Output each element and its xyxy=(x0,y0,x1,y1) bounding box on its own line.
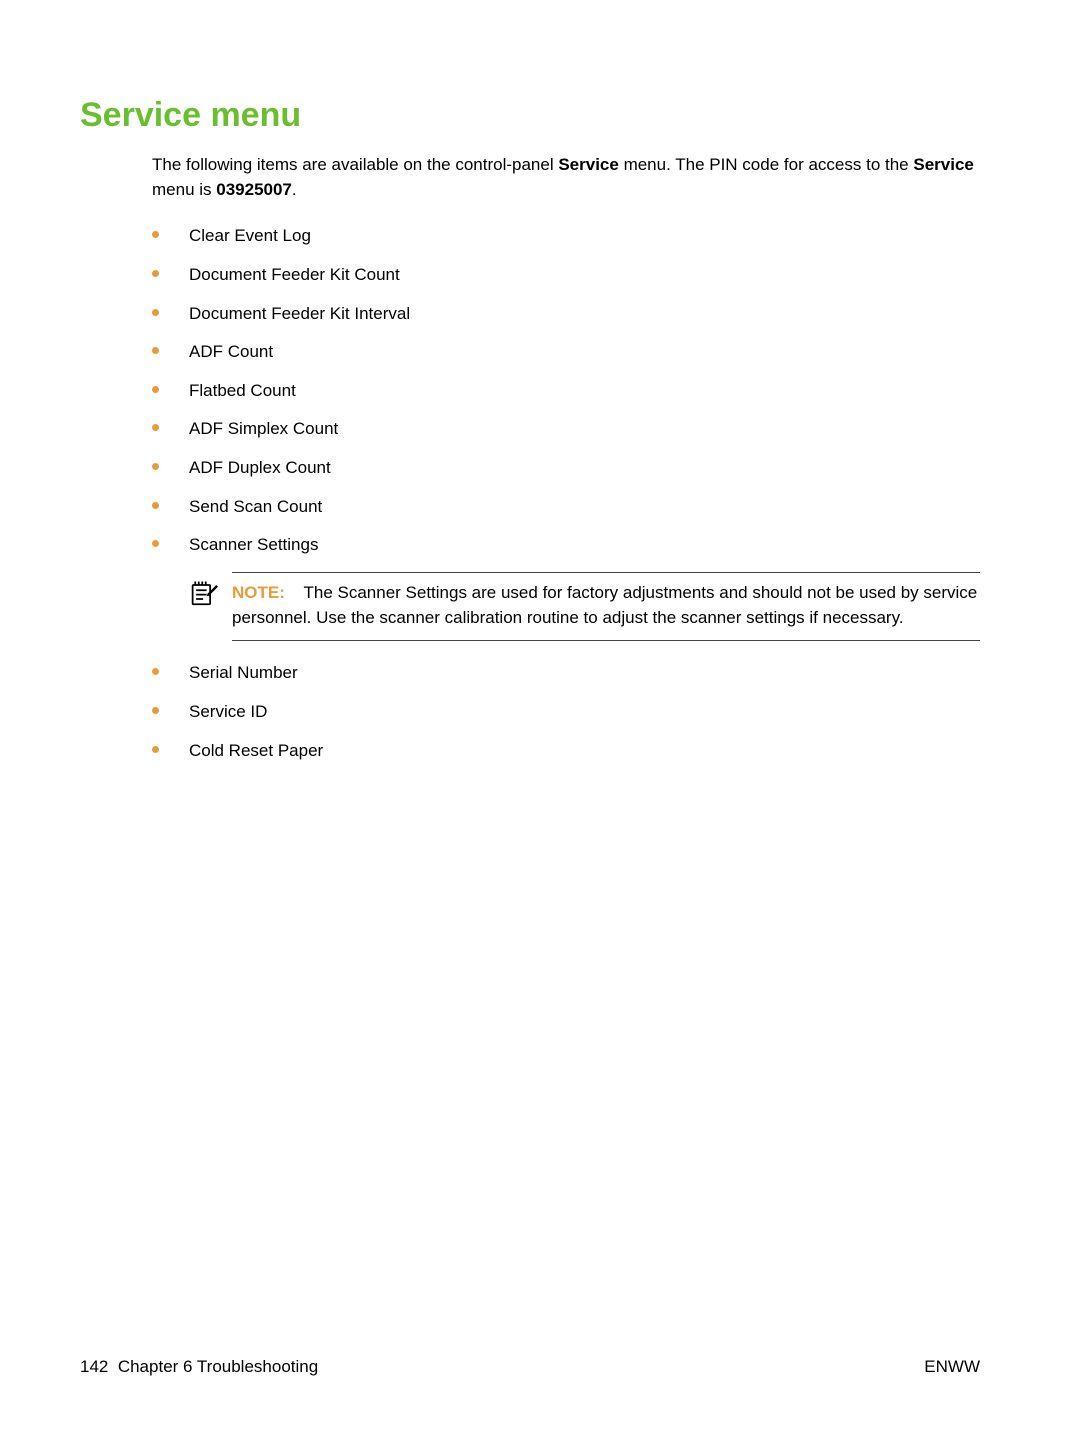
note-block: NOTE: The Scanner Settings are used for … xyxy=(190,572,980,641)
intro-part3: menu is xyxy=(152,180,216,199)
list-item: Flatbed Count xyxy=(152,379,980,404)
intro-part2: menu. The PIN code for access to the xyxy=(619,155,914,174)
note-label: NOTE: xyxy=(232,583,285,602)
service-menu-list-top: Clear Event Log Document Feeder Kit Coun… xyxy=(152,224,980,558)
intro-bold1: Service xyxy=(558,155,619,174)
bullet-icon xyxy=(152,707,159,714)
bullet-icon xyxy=(152,309,159,316)
service-menu-list-bottom: Serial Number Service ID Cold Reset Pape… xyxy=(152,661,980,763)
list-item-label: ADF Count xyxy=(189,340,980,365)
bullet-icon xyxy=(152,270,159,277)
list-item-label: Scanner Settings xyxy=(189,533,980,558)
page-footer: 142 Chapter 6 Troubleshooting ENWW xyxy=(80,1357,980,1377)
bullet-icon xyxy=(152,347,159,354)
list-item-label: Serial Number xyxy=(189,661,980,686)
intro-bold3: 03925007 xyxy=(216,180,292,199)
list-item-label: Send Scan Count xyxy=(189,495,980,520)
page-heading: Service menu xyxy=(80,96,980,135)
list-item: ADF Duplex Count xyxy=(152,456,980,481)
bullet-icon xyxy=(152,424,159,431)
intro-part4: . xyxy=(292,180,297,199)
list-item-label: Document Feeder Kit Interval xyxy=(189,302,980,327)
chapter-label: Chapter 6 Troubleshooting xyxy=(118,1357,318,1376)
list-item: ADF Simplex Count xyxy=(152,417,980,442)
footer-left: 142 Chapter 6 Troubleshooting xyxy=(80,1357,318,1377)
note-text: The Scanner Settings are used for factor… xyxy=(232,583,977,627)
list-item: Document Feeder Kit Count xyxy=(152,263,980,288)
list-item: Document Feeder Kit Interval xyxy=(152,302,980,327)
list-item-label: ADF Simplex Count xyxy=(189,417,980,442)
bullet-icon xyxy=(152,746,159,753)
bullet-icon xyxy=(152,502,159,509)
list-item: Service ID xyxy=(152,700,980,725)
bullet-icon xyxy=(152,540,159,547)
bullet-icon xyxy=(152,386,159,393)
bullet-icon xyxy=(152,463,159,470)
list-item-label: Document Feeder Kit Count xyxy=(189,263,980,288)
bullet-icon xyxy=(152,668,159,675)
list-item-label: Cold Reset Paper xyxy=(189,739,980,764)
intro-paragraph: The following items are available on the… xyxy=(152,153,980,202)
list-item-label: Flatbed Count xyxy=(189,379,980,404)
list-item-label: Service ID xyxy=(189,700,980,725)
intro-bold2: Service xyxy=(913,155,974,174)
list-item: Clear Event Log xyxy=(152,224,980,249)
list-item: ADF Count xyxy=(152,340,980,365)
list-item: Cold Reset Paper xyxy=(152,739,980,764)
note-icon xyxy=(190,578,218,606)
list-item: Scanner Settings xyxy=(152,533,980,558)
intro-part1: The following items are available on the… xyxy=(152,155,558,174)
bullet-icon xyxy=(152,231,159,238)
list-item-label: Clear Event Log xyxy=(189,224,980,249)
footer-right: ENWW xyxy=(924,1357,980,1377)
list-item-label: ADF Duplex Count xyxy=(189,456,980,481)
page-number: 142 xyxy=(80,1357,108,1376)
list-item: Serial Number xyxy=(152,661,980,686)
list-item: Send Scan Count xyxy=(152,495,980,520)
note-content: NOTE: The Scanner Settings are used for … xyxy=(232,572,980,641)
